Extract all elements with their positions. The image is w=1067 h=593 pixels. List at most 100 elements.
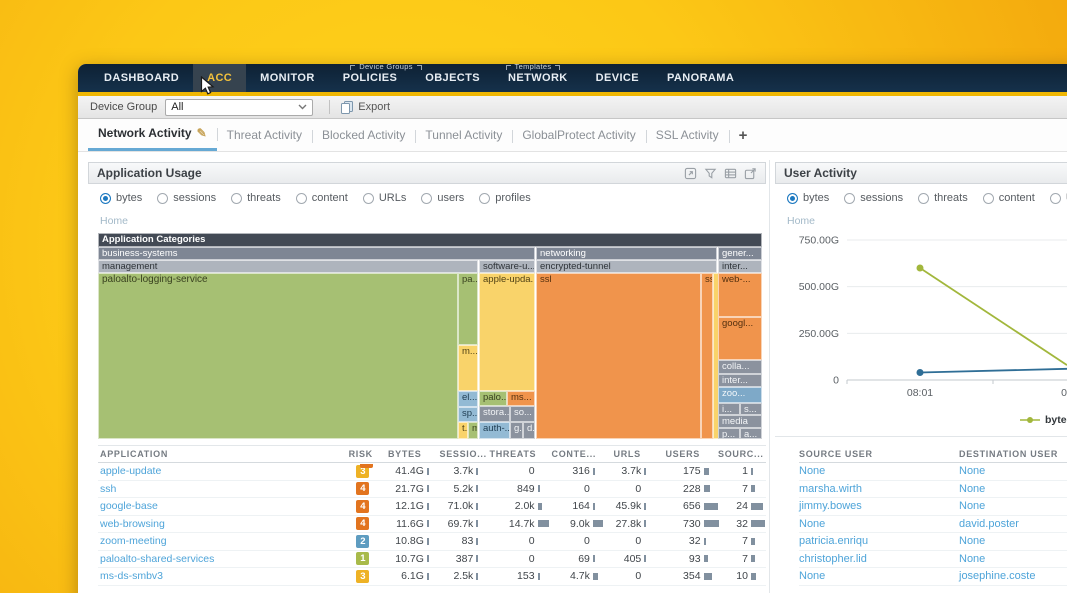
application-link-paloalto-shared-services[interactable]: paloalto-shared-services <box>100 553 214 565</box>
column-header-risk[interactable]: RISK <box>345 449 376 459</box>
edit-pencil-icon[interactable]: ✎ <box>197 126 207 140</box>
treemap-tile-stora[interactable]: stora... <box>479 406 510 422</box>
column-header-bytes[interactable]: BYTES <box>376 449 439 459</box>
app-usage-radio-profiles[interactable]: profiles <box>479 192 530 204</box>
user-activity-radio-urls[interactable]: URLs <box>1050 192 1067 204</box>
treemap-tile-application-categories[interactable]: Application Categories <box>98 233 762 247</box>
app-usage-radio-bytes[interactable]: bytes <box>100 192 142 204</box>
treemap-tile-so[interactable]: so... <box>510 406 535 422</box>
user-link-none[interactable]: None <box>959 465 985 477</box>
export-view-icon[interactable] <box>744 167 757 180</box>
column-header-users[interactable]: USERS <box>659 449 718 459</box>
treemap-tile-web[interactable]: web-... <box>718 273 762 317</box>
treemap-tile-pa[interactable]: pa... <box>458 273 478 345</box>
user-link-christopher-lid[interactable]: christopher.lid <box>799 553 867 565</box>
treemap-tile-a[interactable]: a... <box>740 428 762 439</box>
user-link-josephine-coste[interactable]: josephine.coste <box>959 570 1035 582</box>
nav-item-monitor[interactable]: MONITOR <box>246 64 329 92</box>
user-activity-radio-sessions[interactable]: sessions <box>844 192 903 204</box>
user-link-none[interactable]: None <box>799 465 825 477</box>
treemap-tile-m[interactable]: m... <box>458 345 478 391</box>
user-activity-radio-content[interactable]: content <box>983 192 1035 204</box>
tab-blocked-activity[interactable]: Blocked Activity <box>312 121 415 150</box>
treemap-tile-el[interactable]: el... <box>458 391 478 407</box>
add-tab-button[interactable]: + <box>729 127 758 144</box>
app-usage-radio-content[interactable]: content <box>296 192 348 204</box>
export-button[interactable]: Export <box>340 100 390 114</box>
breadcrumb-home[interactable]: Home <box>787 215 815 227</box>
application-link-google-base[interactable]: google-base <box>100 500 158 512</box>
treemap-tile-paloalto-logging-service[interactable]: paloalto-logging-service <box>98 273 458 439</box>
treemap-tile-i[interactable]: i... <box>718 403 740 415</box>
treemap-tile-management[interactable]: management <box>98 260 478 273</box>
treemap-tile-palo[interactable]: palo... <box>479 391 507 406</box>
treemap-tile-networking[interactable]: networking <box>536 247 717 260</box>
column-header-source-user[interactable]: SOURCE USER <box>799 449 959 459</box>
nav-item-panorama[interactable]: PANORAMA <box>653 64 748 92</box>
application-link-web-browsing[interactable]: web-browsing <box>100 518 165 530</box>
treemap-tile-sp[interactable]: sp... <box>458 407 478 422</box>
app-usage-radio-sessions[interactable]: sessions <box>157 192 216 204</box>
treemap-tile-gener[interactable]: gener... <box>718 247 762 260</box>
app-usage-radio-users[interactable]: users <box>421 192 464 204</box>
application-link-ssh[interactable]: ssh <box>100 483 116 495</box>
treemap-tile-media[interactable]: media <box>718 415 762 428</box>
tab-tunnel-activity[interactable]: Tunnel Activity <box>415 121 512 150</box>
treemap-tile-ssl[interactable]: ssl <box>536 273 701 439</box>
user-activity-radio-threats[interactable]: threats <box>918 192 968 204</box>
treemap-tile-auth[interactable]: auth-... <box>479 422 510 439</box>
application-link-apple-update[interactable]: apple-update <box>100 465 161 477</box>
treemap-tile-ssh[interactable]: ssh <box>701 273 713 439</box>
treemap-tile-googl[interactable]: googl... <box>718 317 762 360</box>
app-usage-radio-threats[interactable]: threats <box>231 192 281 204</box>
treemap-tile-ms[interactable]: ms... <box>507 391 535 406</box>
nav-item-dashboard[interactable]: DASHBOARD <box>90 64 193 92</box>
treemap-tile-encrypted-tunnel[interactable]: encrypted-tunnel <box>536 260 717 273</box>
column-header-destination-user[interactable]: DESTINATION USER <box>959 449 1067 459</box>
user-link-none[interactable]: None <box>959 483 985 495</box>
app-usage-radio-urls[interactable]: URLs <box>363 192 407 204</box>
column-header-sourc[interactable]: SOURC... <box>718 449 766 459</box>
table-icon[interactable] <box>724 167 737 180</box>
treemap-tile-zoo[interactable]: zoo... <box>718 387 762 403</box>
toolbar-separator <box>329 100 330 114</box>
column-header-sessio[interactable]: SESSIO... <box>440 449 490 459</box>
treemap-tile-t[interactable]: t... <box>458 422 468 439</box>
user-link-none[interactable]: None <box>799 518 825 530</box>
treemap-tile-software-u[interactable]: software-u... <box>479 260 535 273</box>
device-group-select[interactable]: All <box>165 99 313 116</box>
treemap-tile-p[interactable]: p... <box>718 428 740 439</box>
treemap-tile-business-systems[interactable]: business-systems <box>98 247 535 260</box>
user-link-patricia-enriqu[interactable]: patricia.enriqu <box>799 535 868 547</box>
user-link-none[interactable]: None <box>959 500 985 512</box>
treemap-tile-m[interactable]: m <box>468 422 478 439</box>
application-link-zoom-meeting[interactable]: zoom-meeting <box>100 535 167 547</box>
filter-icon[interactable] <box>704 167 717 180</box>
tab-threat-activity[interactable]: Threat Activity <box>217 121 312 150</box>
user-link-none[interactable]: None <box>959 535 985 547</box>
treemap-tile-colla[interactable]: colla... <box>718 360 762 374</box>
column-header-application[interactable]: APPLICATION <box>98 449 345 459</box>
treemap-tile-apple-upda[interactable]: apple-upda... <box>479 273 535 391</box>
treemap-tile-inter[interactable]: inter... <box>718 374 762 387</box>
application-link-ms-ds-smbv3[interactable]: ms-ds-smbv3 <box>100 570 163 582</box>
user-activity-radio-bytes[interactable]: bytes <box>787 192 829 204</box>
tab-ssl-activity[interactable]: SSL Activity <box>646 121 729 150</box>
user-link-jimmy-bowes[interactable]: jimmy.bowes <box>799 500 862 512</box>
column-header-threats[interactable]: THREATS <box>490 449 552 459</box>
user-link-marsha-wirth[interactable]: marsha.wirth <box>799 483 862 495</box>
column-header-conte[interactable]: CONTE... <box>552 449 608 459</box>
column-header-urls[interactable]: URLS <box>608 449 659 459</box>
cell-value: 316 <box>553 465 590 477</box>
user-link-david-poster[interactable]: david.poster <box>959 518 1019 530</box>
maximize-icon[interactable] <box>684 167 697 180</box>
treemap-tile-inter[interactable]: inter... <box>718 260 762 273</box>
user-link-none[interactable]: None <box>799 570 825 582</box>
treemap-tile-g[interactable]: g... <box>510 422 523 439</box>
treemap-tile-s[interactable]: s... <box>740 403 762 415</box>
tab-globalprotect-activity[interactable]: GlobalProtect Activity <box>512 121 645 150</box>
user-link-none[interactable]: None <box>959 553 985 565</box>
tab-network-activity[interactable]: Network Activity✎ <box>88 119 217 151</box>
treemap-tile-d[interactable]: d... <box>523 422 535 439</box>
breadcrumb-home[interactable]: Home <box>100 215 128 227</box>
